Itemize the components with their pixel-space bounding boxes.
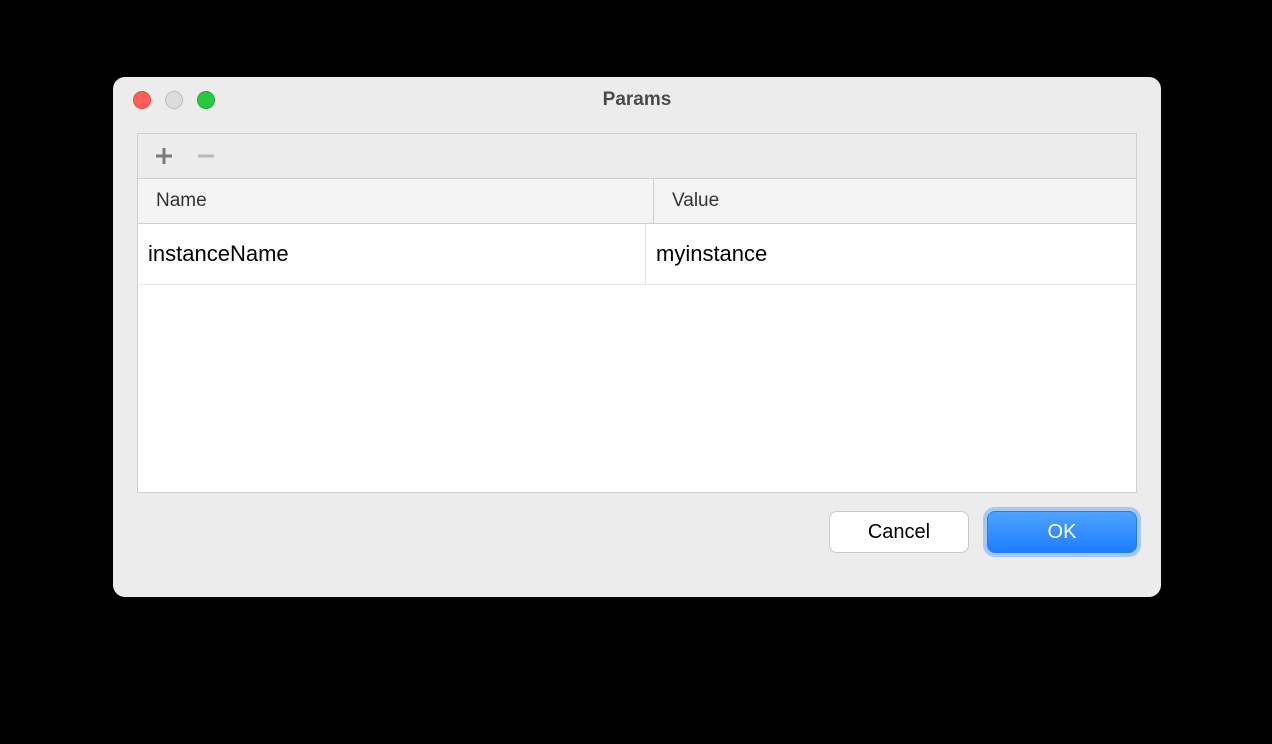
table-body: instanceName myinstance: [138, 224, 1136, 492]
plus-icon: [154, 146, 174, 166]
column-header-name[interactable]: Name: [138, 179, 654, 223]
window-title: Params: [603, 89, 672, 111]
window-controls: [133, 77, 215, 123]
table-header: Name Value: [138, 179, 1136, 224]
params-toolbar: [138, 134, 1136, 179]
add-param-button[interactable]: [152, 144, 176, 168]
remove-param-button[interactable]: [194, 144, 218, 168]
table-row[interactable]: instanceName myinstance: [138, 224, 1136, 285]
minimize-window-button[interactable]: [165, 91, 183, 109]
cancel-button[interactable]: Cancel: [829, 511, 969, 553]
column-header-value[interactable]: Value: [654, 179, 1136, 223]
zoom-window-button[interactable]: [197, 91, 215, 109]
ok-button[interactable]: OK: [987, 511, 1137, 553]
minus-icon: [196, 146, 216, 166]
close-window-button[interactable]: [133, 91, 151, 109]
cell-name[interactable]: instanceName: [138, 224, 646, 284]
dialog-footer: Cancel OK: [113, 493, 1161, 553]
params-dialog: Params Name Value: [113, 77, 1161, 597]
titlebar: Params: [113, 77, 1161, 123]
cell-value[interactable]: myinstance: [646, 224, 1136, 284]
params-panel: Name Value instanceName myinstance: [137, 133, 1137, 493]
dialog-content: Name Value instanceName myinstance: [113, 123, 1161, 493]
